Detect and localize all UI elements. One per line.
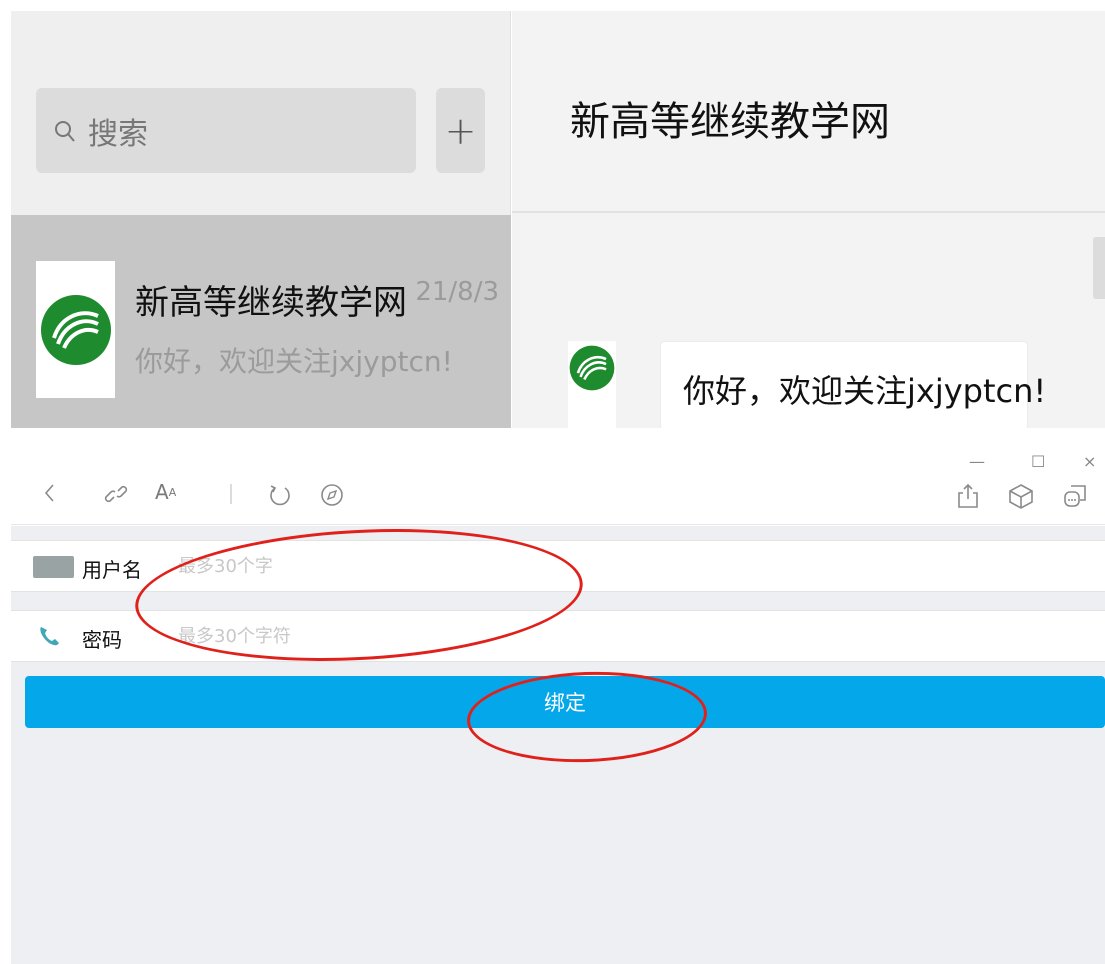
username-label: 用户名: [82, 558, 142, 582]
browser-window: AA — ☐ × 用户名 最多30个字 密码 绑定: [11, 430, 1105, 964]
password-label: 密码: [82, 628, 122, 652]
mini-program-icon[interactable]: [1061, 482, 1089, 510]
browser-toolbar: AA — ☐ ×: [11, 430, 1105, 525]
user-icon: [33, 556, 74, 578]
3d-box-icon[interactable]: [1007, 482, 1035, 510]
maximize-button[interactable]: ☐: [1031, 452, 1045, 471]
conversation-list-pane: 搜索 + 新高等继续教学网 你好，欢迎关注jxjyptcn! 21/8/3: [11, 11, 511, 428]
conversation-item[interactable]: 新高等继续教学网 你好，欢迎关注jxjyptcn! 21/8/3: [11, 215, 511, 428]
avatar: [36, 261, 115, 398]
message-avatar[interactable]: [568, 341, 616, 428]
refresh-icon[interactable]: [267, 482, 293, 508]
compass-icon[interactable]: [319, 482, 345, 508]
back-icon[interactable]: [41, 482, 59, 504]
bind-button[interactable]: 绑定: [25, 676, 1105, 728]
logo-icon: [569, 345, 615, 391]
chat-pane: 新高等继续教学网 你好，欢迎关注jxjyptcn!: [512, 11, 1105, 428]
username-input[interactable]: [176, 541, 776, 591]
share-icon[interactable]: [955, 482, 981, 510]
search-box[interactable]: 搜索: [36, 88, 416, 173]
password-input[interactable]: [176, 611, 776, 661]
chat-title: 新高等继续教学网: [570, 99, 890, 145]
minimize-button[interactable]: —: [969, 452, 985, 471]
conversation-date: 21/8/3: [415, 277, 499, 307]
search-icon: [52, 118, 78, 144]
chat-header: 新高等继续教学网: [512, 11, 1105, 213]
logo-icon: [40, 294, 111, 365]
conversation-name: 新高等继续教学网: [135, 283, 407, 323]
add-button[interactable]: +: [436, 88, 485, 173]
password-row: 密码: [11, 610, 1105, 662]
link-icon[interactable]: [103, 482, 129, 506]
font-size-icon[interactable]: AA: [155, 480, 176, 504]
message-bubble: 你好，欢迎关注jxjyptcn!: [660, 341, 1046, 428]
search-placeholder: 搜索: [88, 116, 148, 152]
phone-icon: [40, 627, 59, 646]
chat-window: 搜索 + 新高等继续教学网 你好，欢迎关注jxjyptcn! 21/8/3 新高…: [11, 11, 1105, 428]
conversation-preview: 你好，欢迎关注jxjyptcn!: [135, 345, 453, 378]
username-row: 用户名: [11, 540, 1105, 592]
toolbar-divider: [229, 482, 233, 506]
bind-form-page: 用户名 密码 绑定: [11, 526, 1105, 964]
time-badge: [1093, 237, 1105, 299]
close-button[interactable]: ×: [1083, 452, 1096, 471]
